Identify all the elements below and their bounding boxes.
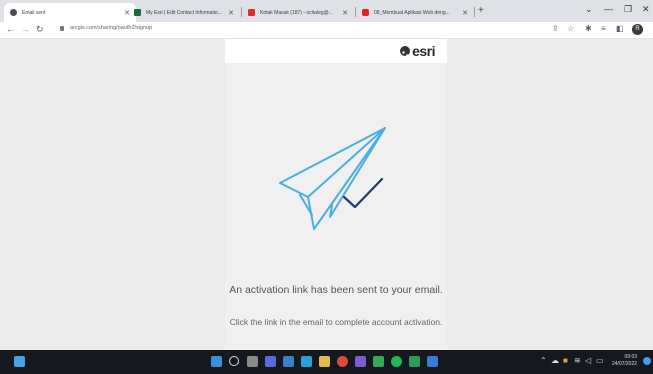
forward-icon[interactable]: →: [21, 24, 30, 34]
profile-avatar[interactable]: R: [632, 24, 643, 35]
close-tab-icon[interactable]: ✕: [342, 9, 348, 17]
wifi-icon[interactable]: ≋: [574, 356, 581, 365]
share-icon[interactable]: ⇪: [552, 24, 559, 33]
store-icon[interactable]: [409, 356, 420, 367]
task-view-icon[interactable]: [247, 356, 258, 367]
tray-app-icon[interactable]: ■: [563, 356, 568, 365]
activation-instruction: Click the link in the email to complete …: [229, 317, 443, 327]
windows-taskbar: ⌃ ☁ ■ ≋ ◁ ▭ 09:03 24/07/2022: [0, 350, 653, 374]
checkmark-icon: [342, 177, 384, 209]
card-header: esri: [225, 39, 447, 63]
maximize-button[interactable]: ❐: [624, 4, 632, 15]
file-explorer-icon[interactable]: [319, 356, 330, 367]
settings-icon[interactable]: [283, 356, 294, 367]
esri-logo-text: esri: [412, 43, 435, 59]
youtube-icon: [362, 9, 369, 16]
browser-tab-strip: Email sent ✕ My Esri | Edit Contact Info…: [0, 0, 653, 22]
clock-date: 24/07/2022: [612, 361, 638, 367]
address-bar[interactable]: arcgis.com/sharing/oauth2/signup: [60, 25, 152, 31]
widgets-icon[interactable]: [14, 356, 25, 367]
tab-search-icon[interactable]: ⌄: [585, 4, 593, 15]
edge-icon[interactable]: [301, 356, 312, 367]
weather-icon[interactable]: ☁: [551, 356, 559, 365]
paper-plane-illustration: [279, 127, 386, 230]
chat-icon[interactable]: [265, 356, 276, 367]
app-icon[interactable]: [355, 356, 366, 367]
email-sent-card: esri An activation link has been sent to…: [225, 39, 447, 350]
volume-icon[interactable]: ◁: [585, 356, 591, 365]
bookmark-star-icon[interactable]: ☆: [567, 24, 574, 33]
tab-label: 08_Membuat Aplikasi Web deng...: [374, 9, 450, 16]
notification-icon[interactable]: [643, 357, 651, 365]
back-icon[interactable]: ←: [6, 24, 15, 34]
esri-favicon-icon: [10, 9, 17, 16]
close-window-button[interactable]: ✕: [642, 4, 650, 15]
page-content: esri An activation link has been sent to…: [0, 39, 653, 350]
browser-toolbar: ← → ↻ arcgis.com/sharing/oauth2/signup ⇪…: [0, 22, 653, 39]
activation-message: An activation link has been sent to your…: [229, 284, 443, 296]
close-tab-icon[interactable]: ✕: [462, 9, 468, 17]
close-tab-icon[interactable]: ✕: [228, 9, 234, 17]
tab-my-esri[interactable]: My Esri | Edit Contact Informatio... ✕: [128, 3, 240, 22]
side-panel-icon[interactable]: ◧: [616, 24, 624, 33]
lock-icon: [60, 25, 64, 31]
tab-label: Email sent: [22, 9, 46, 16]
taskbar-clock[interactable]: 09:03 24/07/2022: [612, 354, 637, 368]
tab-label: Kotak Masuk (187) - ocitaleg@...: [260, 9, 333, 16]
tab-email-sent[interactable]: Email sent ✕: [4, 3, 136, 22]
esri-logo: esri: [400, 43, 435, 59]
tab-youtube[interactable]: 08_Membuat Aplikasi Web deng... ✕: [356, 3, 474, 22]
esri-globe-icon: [400, 46, 411, 56]
tab-label: My Esri | Edit Contact Informatio...: [146, 9, 222, 16]
reading-list-icon[interactable]: ≡: [601, 24, 606, 33]
url-text: arcgis.com/sharing/oauth2/signup: [70, 25, 153, 31]
search-icon[interactable]: [229, 356, 239, 366]
battery-icon[interactable]: ▭: [596, 356, 604, 365]
tab-gmail[interactable]: Kotak Masuk (187) - ocitaleg@... ✕: [242, 3, 354, 22]
word-icon[interactable]: [427, 356, 438, 367]
start-icon[interactable]: [211, 356, 222, 367]
minimize-button[interactable]: —: [604, 4, 613, 14]
new-tab-button[interactable]: +: [478, 5, 484, 16]
whatsapp-icon[interactable]: [373, 356, 384, 367]
spotify-icon[interactable]: [391, 356, 402, 367]
chrome-icon[interactable]: [337, 356, 348, 367]
gmail-icon: [248, 9, 255, 16]
reload-icon[interactable]: ↻: [36, 24, 44, 35]
esri-map-favicon-icon: [134, 9, 141, 16]
clock-time: 09:03: [624, 354, 638, 360]
extension-icon[interactable]: ✱: [585, 24, 592, 33]
chevron-up-icon[interactable]: ⌃: [540, 356, 547, 365]
